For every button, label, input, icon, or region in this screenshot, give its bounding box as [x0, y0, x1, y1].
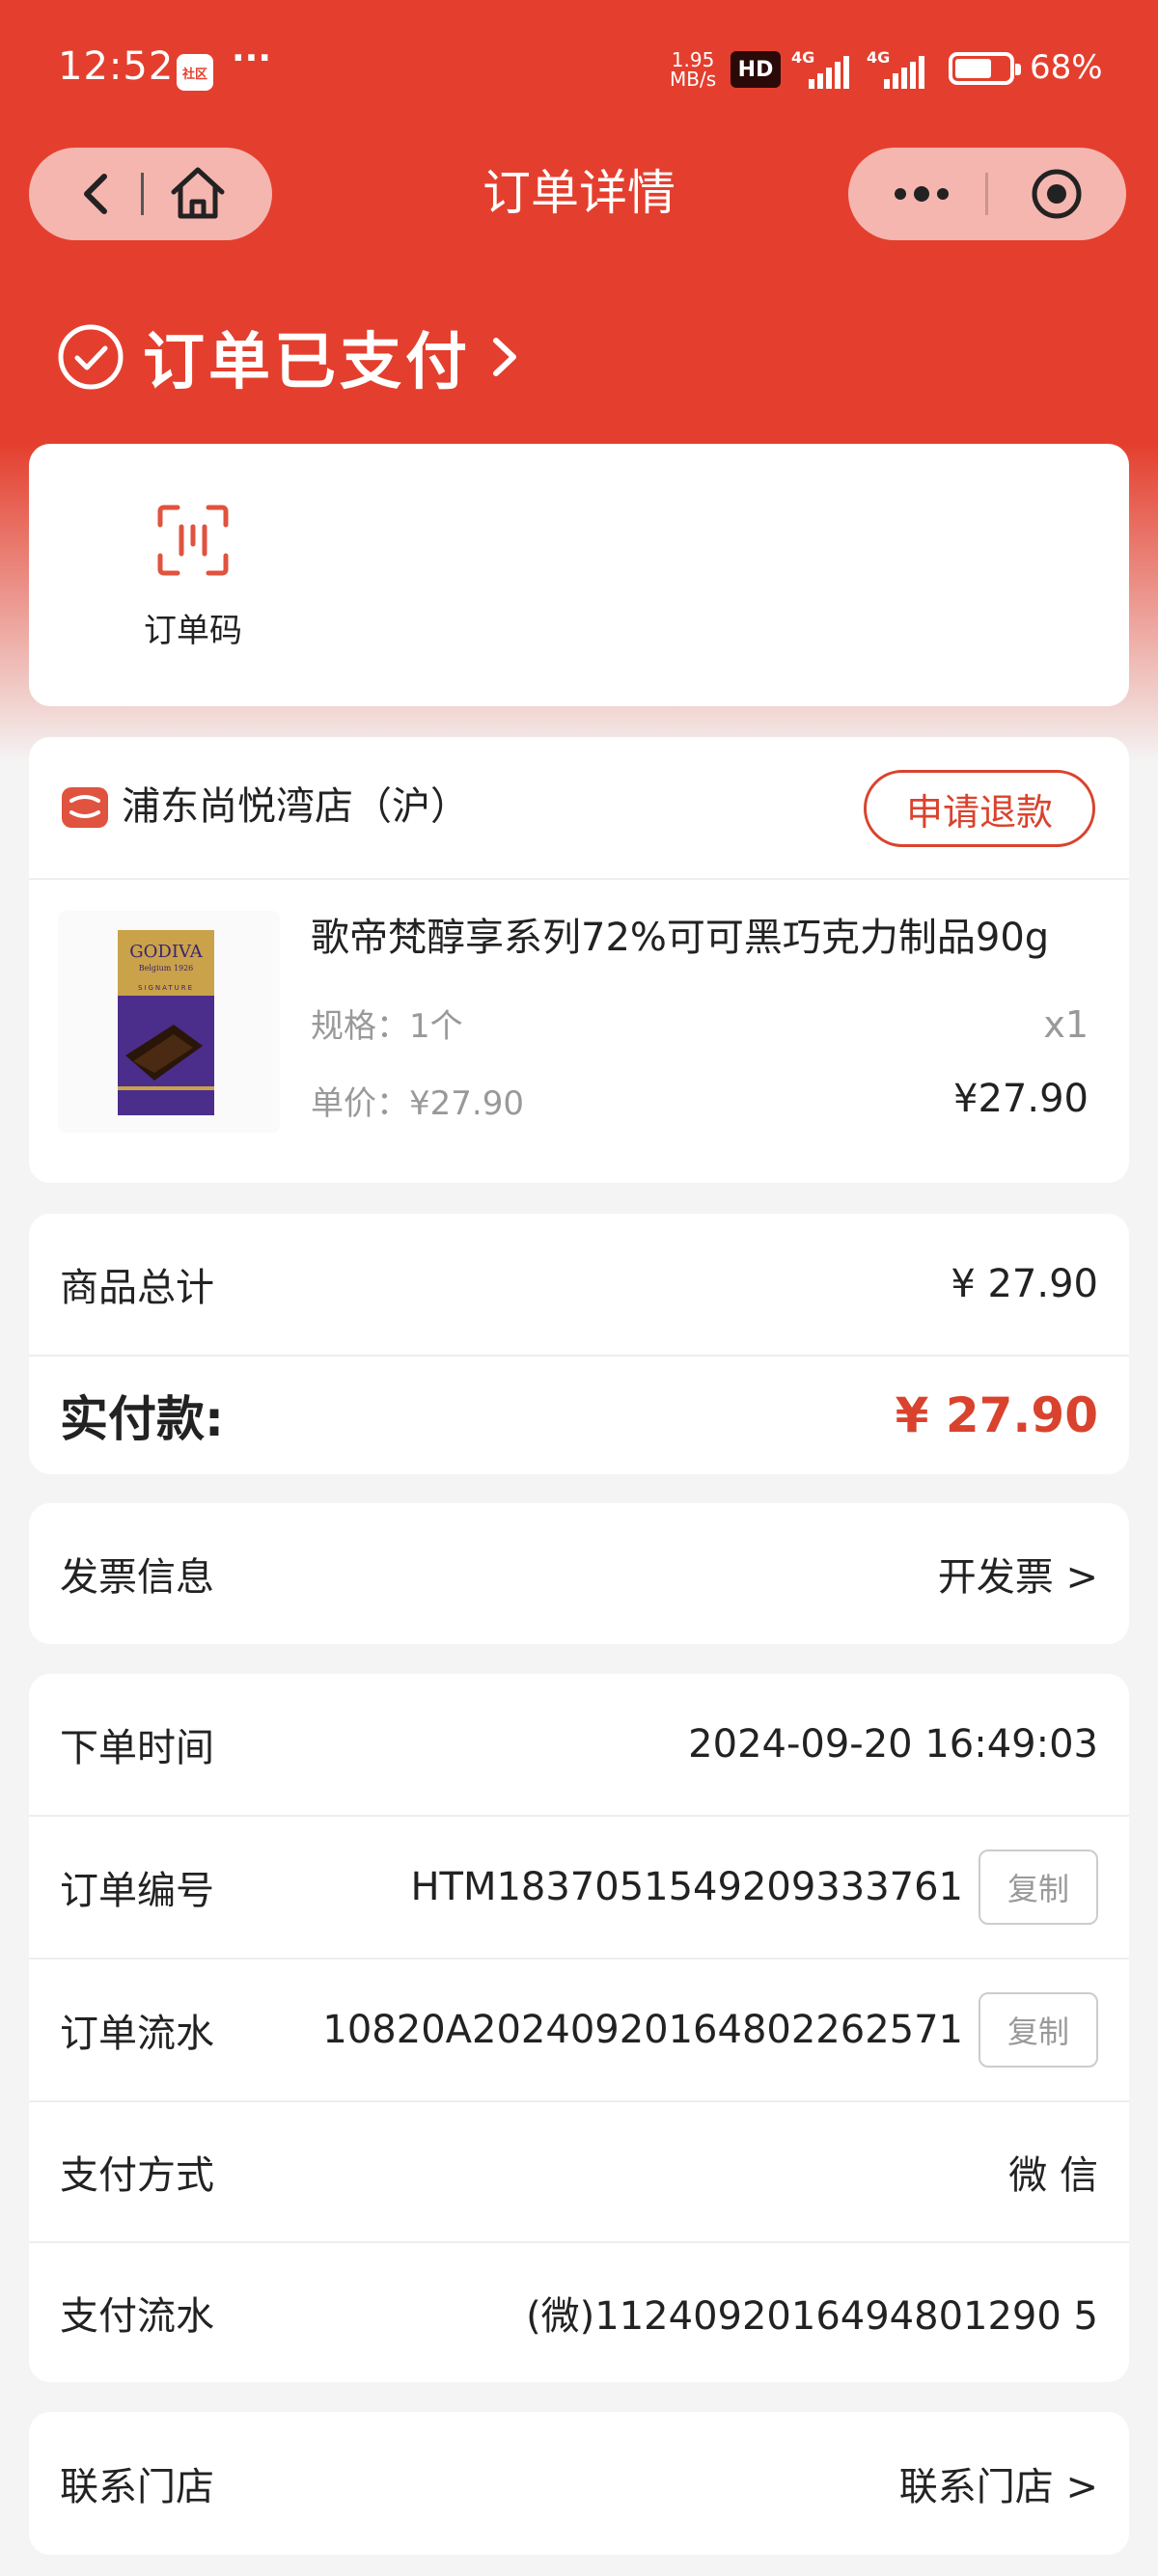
network-speed: 1.95 MB/s	[670, 50, 716, 89]
paid-amount-row: 实付款: ¥ 27.90	[29, 1357, 1129, 1474]
order-number-row: 订单编号 HTM1837051549209333761 复制	[29, 1817, 1129, 1959]
battery-icon	[949, 52, 1021, 85]
order-time-row: 下单时间 2024-09-20 16:49:03	[29, 1674, 1129, 1817]
back-arrow-icon[interactable]	[68, 165, 125, 223]
invoice-label: 发票信息	[60, 1555, 214, 1600]
order-number-value: HTM1837051549209333761	[410, 1865, 963, 1909]
signal-icon-2: 4G	[867, 48, 938, 89]
order-time-label: 下单时间	[60, 1726, 214, 1770]
product-image[interactable]: GODIVA Belgium 1926 SIGNATURE	[58, 911, 280, 1133]
payment-method-row: 支付方式 微 信	[29, 2102, 1129, 2243]
order-flow-wrap: 10820A20240920164802262571 复制	[322, 1959, 1098, 2100]
order-status-text: 订单已支付	[143, 327, 471, 398]
order-time-value: 2024-09-20 16:49:03	[688, 1722, 1098, 1767]
page-title: 订单详情	[482, 165, 676, 221]
battery-fill	[955, 59, 991, 78]
order-info-card: 下单时间 2024-09-20 16:49:03 订单编号 HTM1837051…	[29, 1674, 1129, 2382]
home-icon[interactable]	[166, 161, 230, 225]
nav-right-capsule	[848, 148, 1126, 240]
invoice-row[interactable]: 发票信息 开发票 >	[29, 1503, 1129, 1644]
contact-store-card[interactable]: 联系门店 联系门店 >	[29, 2412, 1129, 2555]
apply-refund-button[interactable]: 申请退款	[864, 770, 1095, 847]
signal-icon: 4G	[791, 48, 863, 89]
nav-left-capsule	[29, 148, 272, 240]
product-name[interactable]: 歌帝梵醇享系列72%可可黑巧克力制品90g	[311, 911, 1049, 965]
svg-text:GODIVA: GODIVA	[129, 942, 203, 962]
order-code-label: 订单码	[144, 612, 242, 650]
order-number-label: 订单编号	[60, 1869, 214, 1913]
payment-flow-label: 支付流水	[60, 2294, 214, 2339]
hd-icon: HD	[731, 51, 781, 88]
payment-method-label: 支付方式	[60, 2153, 214, 2198]
order-number-wrap: HTM1837051549209333761 复制	[410, 1817, 1098, 1958]
product-total-price: ¥27.90	[953, 1077, 1089, 1121]
status-more-icon: ···	[232, 39, 272, 78]
order-code-card: 订单码	[29, 444, 1129, 706]
payment-method-value: 微 信	[1008, 2153, 1098, 2198]
payment-summary-card: 商品总计 ¥ 27.90 实付款: ¥ 27.90	[29, 1214, 1129, 1474]
network-speed-unit: MB/s	[670, 68, 717, 91]
copy-order-number-button[interactable]: 复制	[979, 1850, 1098, 1925]
payment-flow-value: (微)1124092016494801290 5	[526, 2294, 1098, 2339]
store-header: 浦东尚悦湾店（沪） 申请退款	[29, 737, 1129, 880]
order-code-button[interactable]: 订单码	[106, 502, 280, 650]
invoice-card[interactable]: 发票信息 开发票 >	[29, 1503, 1129, 1644]
close-miniprogram-icon[interactable]	[1030, 167, 1084, 221]
network-speed-value: 1.95	[671, 48, 715, 71]
app-badge-icon: 社区	[177, 54, 213, 91]
product-spec: 规格：1个	[311, 1007, 463, 1046]
chevron-right-icon	[493, 338, 516, 376]
goods-total-value: ¥ 27.90	[951, 1262, 1098, 1306]
goods-total-row: 商品总计 ¥ 27.90	[29, 1214, 1129, 1357]
scan-code-icon	[157, 505, 229, 576]
store-name: 浦东尚悦湾店（沪）	[122, 784, 469, 829]
payment-flow-row: 支付流水 (微)1124092016494801290 5	[29, 2243, 1129, 2382]
check-circle-icon	[58, 324, 124, 390]
order-status-link[interactable]: 订单已支付	[56, 318, 521, 398]
paid-amount-label: 实付款:	[60, 1391, 224, 1447]
store-icon	[62, 787, 108, 828]
contact-store-link[interactable]: 联系门店 >	[899, 2412, 1098, 2555]
product-unit-price: 单价：¥27.90	[311, 1084, 524, 1123]
issue-invoice-link[interactable]: 开发票 >	[938, 1503, 1098, 1644]
more-options-icon[interactable]	[883, 165, 960, 223]
godiva-package-icon: GODIVA Belgium 1926 SIGNATURE	[118, 930, 214, 1115]
goods-total-label: 商品总计	[60, 1266, 214, 1310]
nav-divider-right	[985, 173, 988, 215]
paid-amount-value: ¥ 27.90	[895, 1387, 1098, 1443]
copy-order-flow-button[interactable]: 复制	[979, 1992, 1098, 2068]
status-time: 12:52	[58, 44, 175, 89]
order-flow-row: 订单流水 10820A20240920164802262571 复制	[29, 1959, 1129, 2102]
battery-percent: 68%	[1030, 48, 1103, 87]
store-product-card: 浦东尚悦湾店（沪） 申请退款 GODIVA Belgium 1926 SIGNA…	[29, 737, 1129, 1183]
product-quantity: x1	[1043, 1003, 1089, 1046]
svg-text:SIGNATURE: SIGNATURE	[138, 984, 194, 992]
order-flow-label: 订单流水	[60, 2012, 214, 2056]
contact-store-row[interactable]: 联系门店 联系门店 >	[29, 2412, 1129, 2555]
order-flow-value: 10820A20240920164802262571	[322, 2008, 963, 2052]
nav-divider	[141, 173, 144, 215]
status-bar: 12:52 社区 ··· 1.95 MB/s HD 4G 4G 68%	[0, 0, 1158, 135]
contact-store-label: 联系门店	[60, 2465, 214, 2509]
svg-text:Belgium 1926: Belgium 1926	[139, 964, 194, 973]
